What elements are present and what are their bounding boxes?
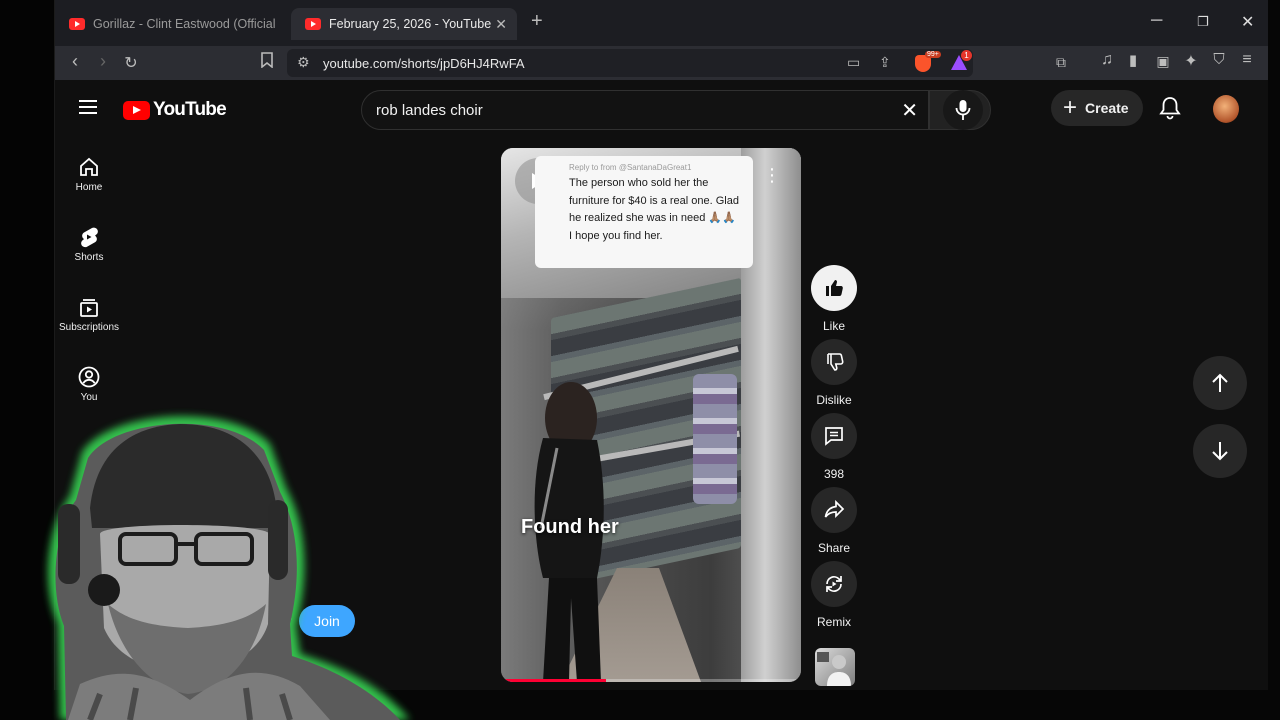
site-settings-icon[interactable]: ⚙: [297, 54, 310, 71]
back-button[interactable]: ‹: [63, 51, 87, 72]
comment-count: 398: [823, 467, 845, 481]
youtube-play-icon: [123, 100, 150, 120]
address-toolbar: ‹ › ↻ ⚙ youtube.com/shorts/jpD6HJ4RwFA ▭…: [55, 46, 1268, 80]
restore-button[interactable]: ❐: [1197, 14, 1209, 30]
search-query-text: rob landes choir: [376, 102, 483, 119]
reader-mode-icon[interactable]: ⧉: [1049, 54, 1073, 71]
thumbs-down-icon: [827, 353, 844, 371]
reply-comment-card: Reply to from @SantanaDaGreat1 The perso…: [535, 156, 753, 268]
sidebar-item-shorts[interactable]: Shorts: [55, 226, 123, 263]
share-label: Share: [817, 541, 851, 555]
media-icon[interactable]: ♫: [1095, 51, 1119, 69]
home-icon: [80, 157, 98, 176]
thumbs-up-icon: [826, 280, 843, 296]
remix-icon: [826, 576, 842, 592]
close-window-button[interactable]: ✕: [1241, 12, 1254, 32]
brave-shields-badge: 99+: [925, 51, 941, 58]
reply-to-label: Reply to from @SantanaDaGreat1: [569, 161, 741, 175]
tab-gorillaz[interactable]: Gorillaz - Clint Eastwood (Official Vid: [55, 8, 287, 40]
you-icon: [78, 366, 100, 388]
previous-short-button[interactable]: [1193, 356, 1247, 410]
microphone-icon: [955, 100, 971, 120]
create-label: Create: [1085, 100, 1129, 116]
youtube-wordmark: YouTube: [153, 99, 227, 120]
dislike-button[interactable]: Dislike: [811, 339, 857, 407]
notifications-bell-icon[interactable]: [1159, 96, 1181, 125]
screen-bezel: [0, 0, 54, 720]
menu-icon[interactable]: ≡: [1235, 51, 1259, 69]
tab-strip: Gorillaz - Clint Eastwood (Official Vid …: [55, 0, 1268, 46]
shorts-video-player[interactable]: Reply to from @SantanaDaGreat1 The perso…: [501, 148, 801, 682]
arrow-up-icon: [1212, 373, 1228, 392]
remix-label: Remix: [816, 615, 851, 629]
comment-text: The person who sold her the furniture fo…: [569, 177, 739, 242]
close-tab-icon[interactable]: ✕: [495, 16, 507, 33]
browser-window: Gorillaz - Clint Eastwood (Official Vid …: [54, 0, 1268, 690]
guide-menu-icon[interactable]: [79, 100, 97, 114]
url-bar[interactable]: ⚙ youtube.com/shorts/jpD6HJ4RwFA ▭ ⇪ 99+…: [287, 49, 973, 77]
sidebar-item-label: You: [80, 392, 98, 403]
url-text: youtube.com/shorts/jpD6HJ4RwFA: [323, 56, 525, 71]
sound-thumbnail[interactable]: [815, 648, 855, 686]
desktop-screen: Gorillaz - Clint Eastwood (Official Vid …: [0, 0, 1280, 720]
youtube-favicon-icon: [69, 18, 85, 30]
sound-thumbnail-image: [817, 652, 851, 686]
rewards-badge: 1: [961, 50, 972, 61]
reload-button[interactable]: ↻: [119, 53, 143, 73]
reply-prefix: Reply to: [569, 163, 599, 172]
cast-icon[interactable]: ▭: [847, 54, 860, 71]
forward-button[interactable]: ›: [91, 51, 115, 72]
subscriptions-icon: [80, 299, 98, 317]
shorts-icon: [81, 227, 98, 248]
remix-button[interactable]: Remix: [811, 561, 857, 629]
comments-button[interactable]: 398: [811, 413, 857, 481]
tab-title: Gorillaz - Clint Eastwood (Official Vid: [93, 17, 279, 31]
next-short-button[interactable]: [1193, 424, 1247, 478]
new-tab-button[interactable]: +: [531, 10, 543, 33]
video-caption: Found her: [521, 516, 619, 538]
progress-fill: [501, 679, 606, 682]
more-options-icon[interactable]: ⋮: [763, 166, 781, 184]
leo-ai-icon[interactable]: ✦: [1179, 51, 1203, 71]
youtube-header: YouTube rob landes choir ✕ + Create: [55, 80, 1268, 140]
video-progress-bar[interactable]: [501, 679, 801, 682]
minimize-button[interactable]: ─: [1151, 12, 1162, 30]
share-button[interactable]: Share: [811, 487, 857, 555]
like-label: Like: [822, 319, 845, 333]
channel-name-fragment[interactable]: ofer: [267, 613, 292, 628]
sidebar-item-you[interactable]: You: [55, 366, 123, 403]
mini-guide-sidebar: Home Shorts Subscriptions You: [55, 140, 123, 690]
youtube-logo[interactable]: YouTube: [123, 99, 227, 121]
like-button[interactable]: Like: [811, 265, 857, 333]
clear-search-icon[interactable]: ✕: [901, 98, 918, 123]
sidebar-toggle-icon[interactable]: ▮: [1121, 51, 1145, 69]
youtube-favicon-icon: [305, 18, 321, 30]
sidebar-item-label: Shorts: [74, 252, 104, 263]
reply-handle: from @SantanaDaGreat1: [600, 163, 692, 172]
create-button[interactable]: + Create: [1051, 90, 1143, 126]
sidebar-item-subscriptions[interactable]: Subscriptions: [55, 296, 123, 333]
dislike-label: Dislike: [816, 393, 852, 407]
share-arrow-icon: [824, 500, 845, 519]
share-icon[interactable]: ⇪: [879, 54, 891, 71]
sidebar-item-label: Subscriptions: [58, 322, 120, 333]
voice-search-button[interactable]: [943, 90, 983, 130]
bookmark-icon[interactable]: [255, 52, 279, 73]
account-avatar[interactable]: [1213, 95, 1239, 123]
join-button[interactable]: Join: [299, 605, 355, 637]
arrow-down-icon: [1212, 442, 1228, 461]
tab-title: February 25, 2026 - YouTube: [329, 17, 492, 31]
wallet-icon[interactable]: ▣: [1151, 53, 1175, 70]
plus-icon: +: [1063, 94, 1078, 121]
sidebar-item-label: Home: [75, 182, 103, 193]
hanging-merchandise: [693, 374, 737, 504]
search-input[interactable]: rob landes choir ✕: [361, 90, 929, 130]
sidebar-item-home[interactable]: Home: [55, 156, 123, 193]
tab-youtube-shorts[interactable]: February 25, 2026 - YouTube ✕: [291, 8, 517, 40]
comment-icon: [825, 427, 843, 446]
vpn-icon[interactable]: ⛉: [1207, 51, 1231, 68]
